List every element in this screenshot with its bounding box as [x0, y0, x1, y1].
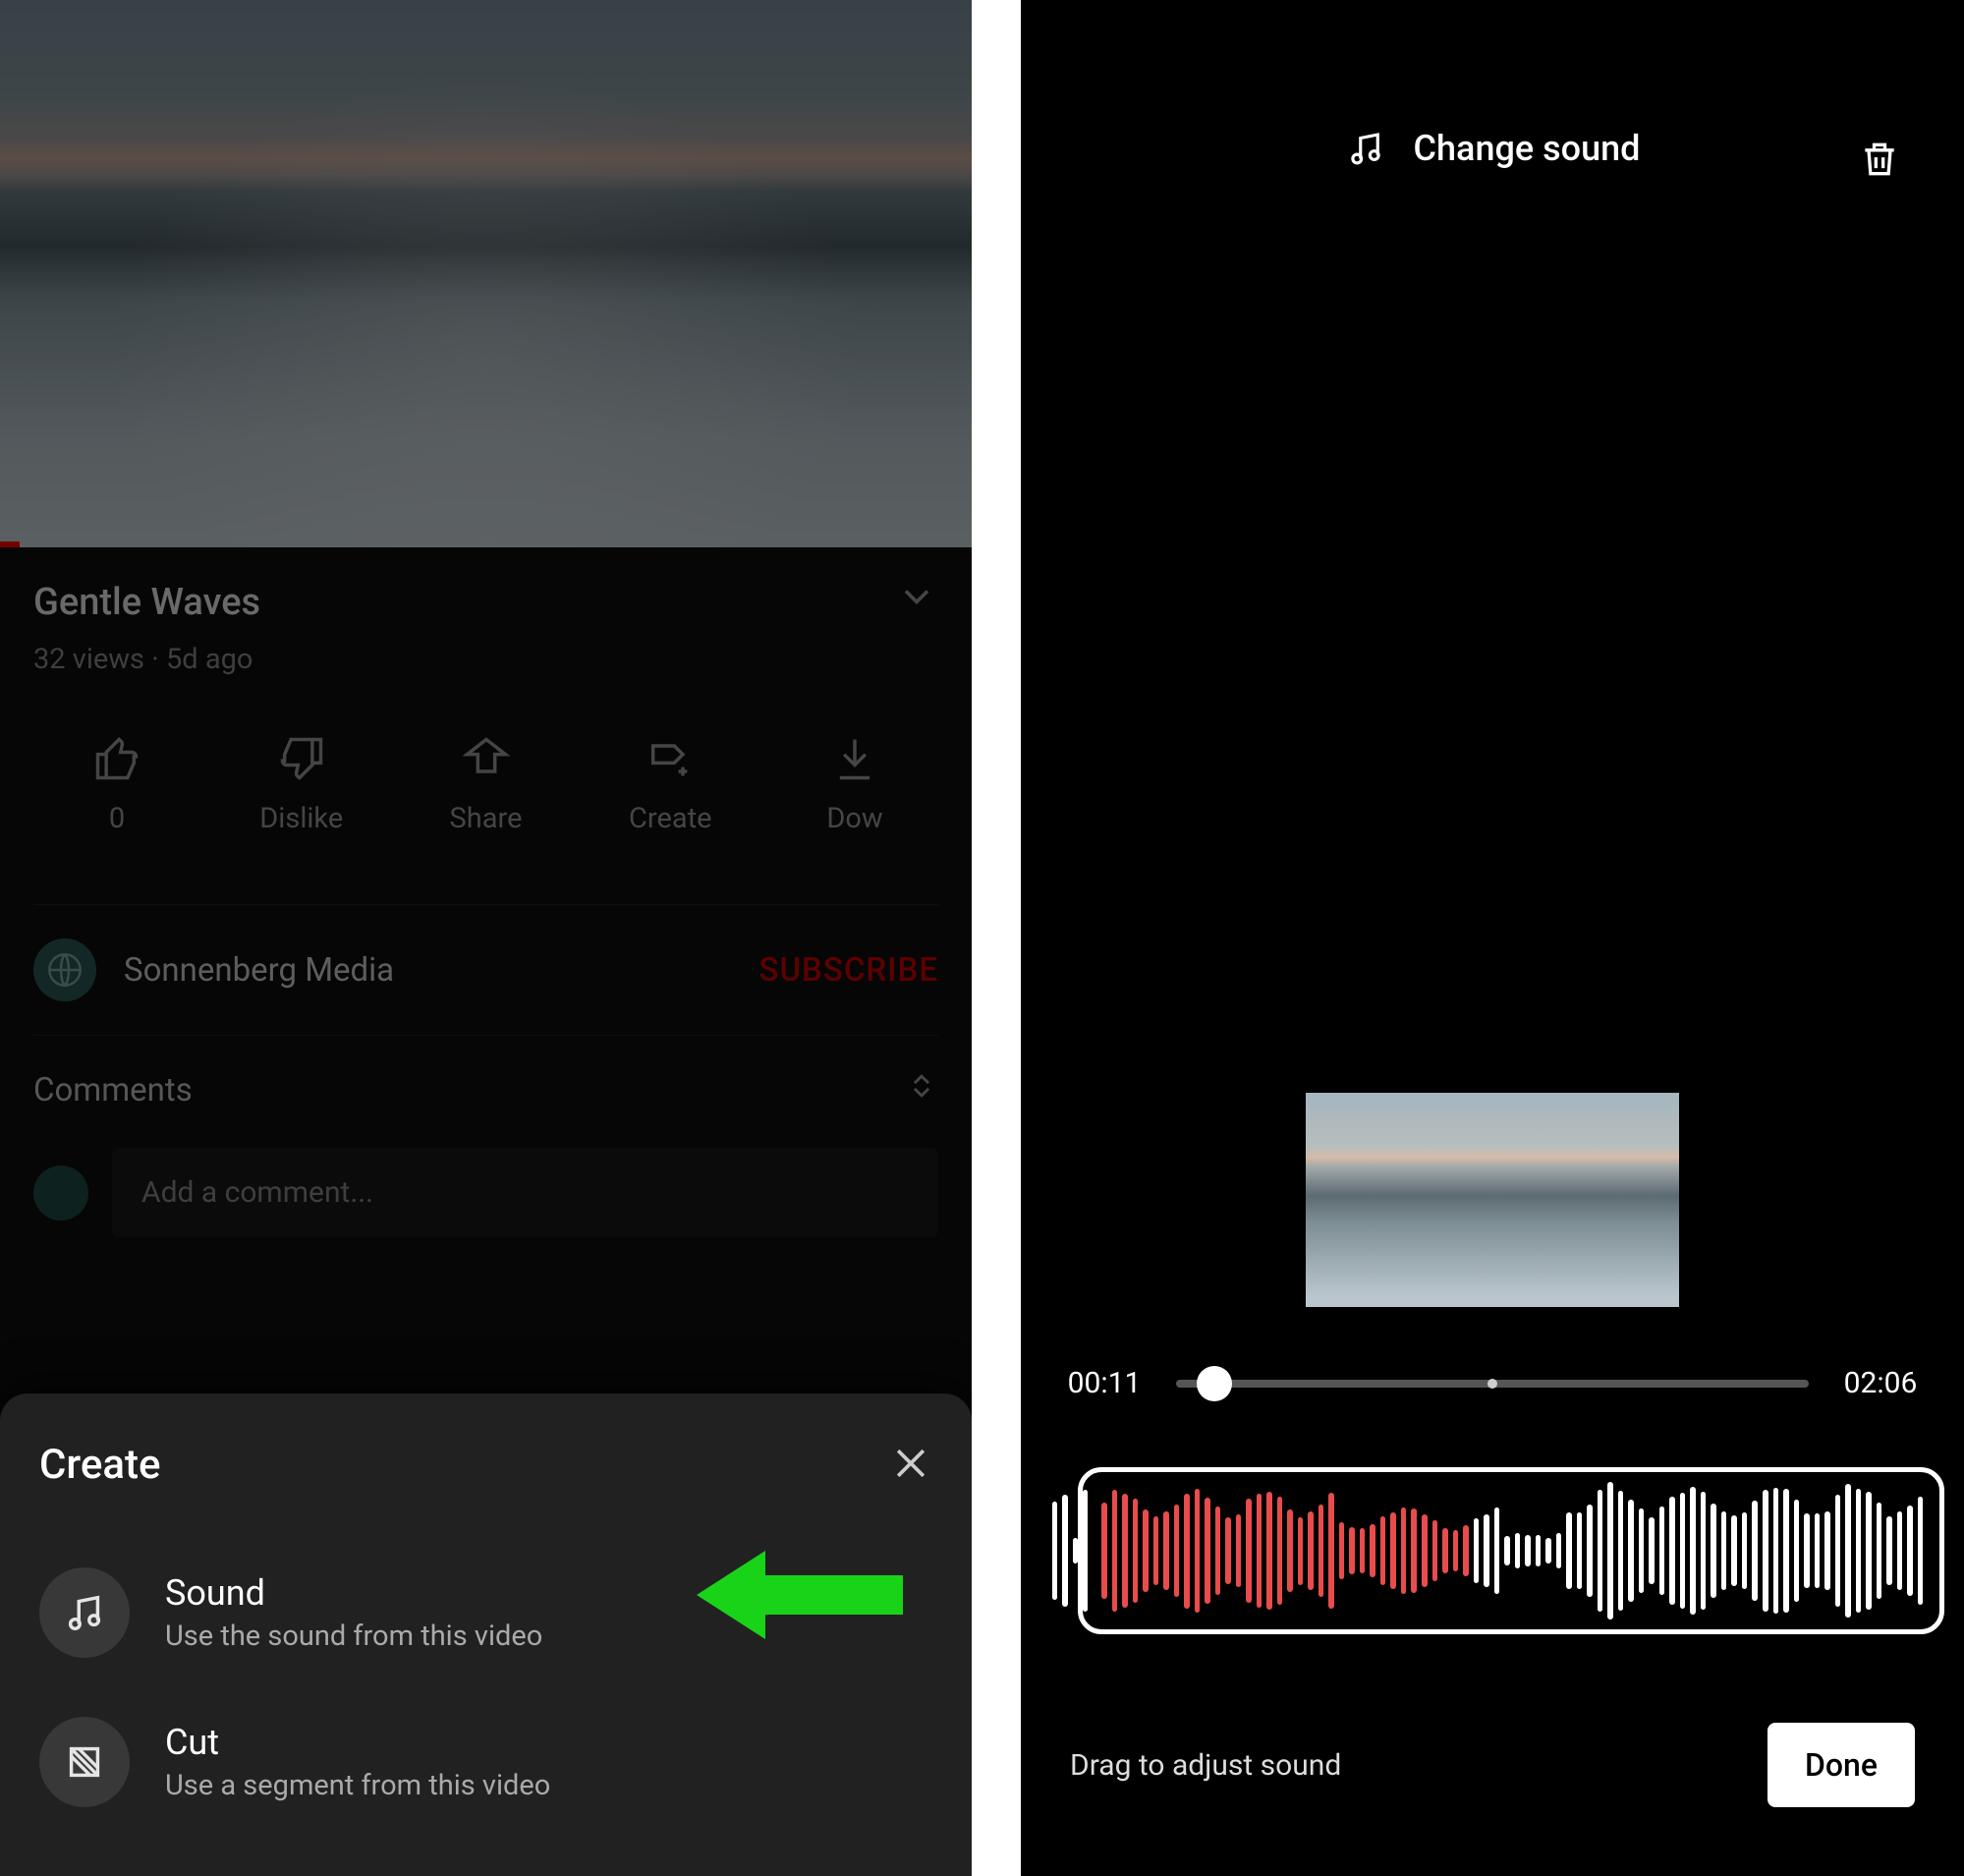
video-player[interactable]: [0, 0, 972, 547]
share-icon: [461, 733, 512, 784]
waveform-editor[interactable]: [1040, 1467, 1944, 1634]
change-sound-button[interactable]: Change sound: [1414, 128, 1641, 169]
like-button[interactable]: 0: [43, 733, 191, 835]
sheet-item-title: Sound: [165, 1572, 542, 1614]
playback-timeline[interactable]: 00:11 02:06: [1021, 1366, 1964, 1400]
video-meta: 32 views · 5d ago: [33, 643, 938, 676]
download-button[interactable]: Dow: [781, 733, 928, 835]
channel-row[interactable]: Sonnenberg Media SUBSCRIBE: [33, 904, 938, 1036]
thumbs-down-icon: [276, 733, 327, 784]
like-count: 0: [109, 802, 125, 835]
done-button[interactable]: Done: [1768, 1723, 1915, 1807]
music-note-icon: [62, 1590, 107, 1635]
video-watch-screen: Gentle Waves 32 views · 5d ago 0 Dislike…: [0, 0, 972, 1876]
drag-hint-label: Drag to adjust sound: [1070, 1748, 1341, 1783]
sheet-item-cut[interactable]: Cut Use a segment from this video: [39, 1687, 932, 1837]
sheet-item-title: Cut: [165, 1722, 550, 1763]
download-icon: [829, 733, 880, 784]
sheet-item-subtitle: Use a segment from this video: [165, 1769, 550, 1802]
subscribe-button[interactable]: SUBSCRIBE: [758, 951, 938, 990]
video-thumbnail: [1306, 1093, 1679, 1307]
chevron-down-icon[interactable]: [895, 575, 938, 629]
playback-progress[interactable]: [0, 541, 20, 547]
time-total: 02:06: [1836, 1366, 1925, 1400]
close-button[interactable]: [889, 1442, 932, 1489]
user-avatar[interactable]: [33, 1165, 88, 1221]
create-button[interactable]: Create: [596, 733, 744, 835]
timeline-track[interactable]: [1176, 1380, 1809, 1388]
globe-icon: [44, 949, 85, 991]
cut-segment-icon: [62, 1739, 107, 1785]
comments-section: Comments Add a comment...: [0, 1036, 972, 1237]
create-bottom-sheet: Create Sound Use the sound from this vid…: [0, 1393, 972, 1876]
trash-icon: [1858, 138, 1901, 181]
sound-editor-screen: Change sound 00:11 02:06 Drag to adjust …: [1021, 0, 1964, 1876]
close-icon: [889, 1442, 932, 1485]
pane-divider: [972, 0, 1021, 1876]
sheet-item-subtitle: Use the sound from this video: [165, 1620, 542, 1653]
time-current: 00:11: [1060, 1366, 1149, 1400]
delete-sound-button[interactable]: [1858, 138, 1901, 185]
channel-avatar[interactable]: [33, 938, 96, 1001]
channel-name: Sonnenberg Media: [124, 951, 394, 990]
comments-header-label: Comments: [33, 1071, 193, 1109]
comment-input[interactable]: Add a comment...: [112, 1148, 938, 1237]
music-note-icon: [1345, 128, 1386, 169]
create-icon: [645, 733, 696, 784]
waveform-inside: [1090, 1467, 1935, 1634]
timeline-thumb[interactable]: [1197, 1366, 1232, 1401]
timeline-midpoint-marker: [1487, 1379, 1497, 1389]
video-title: Gentle Waves: [33, 581, 260, 624]
video-details: Gentle Waves 32 views · 5d ago 0 Dislike…: [0, 547, 972, 1036]
sheet-title: Create: [39, 1441, 161, 1489]
share-button[interactable]: Share: [413, 733, 560, 835]
thumbs-up-icon: [91, 733, 142, 784]
dislike-button[interactable]: Dislike: [228, 733, 375, 835]
sheet-item-sound[interactable]: Sound Use the sound from this video: [39, 1538, 932, 1687]
sort-icon[interactable]: [905, 1069, 938, 1110]
